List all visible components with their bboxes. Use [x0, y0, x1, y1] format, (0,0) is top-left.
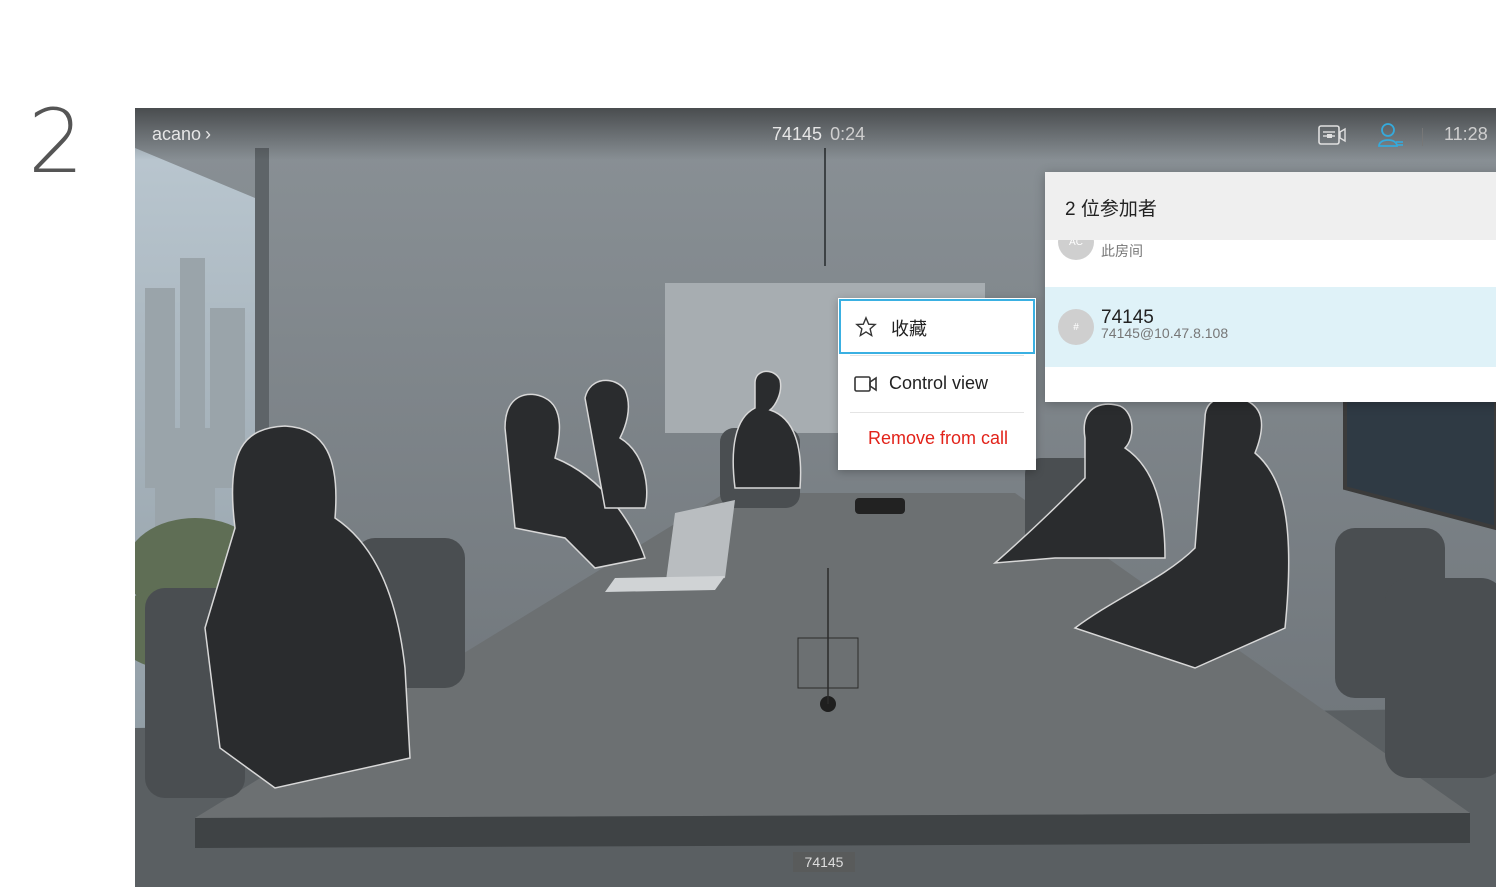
- remove-from-call-label: Remove from call: [868, 428, 1009, 448]
- participant-row-74145[interactable]: # 74145 74145@10.47.8.108: [1045, 287, 1496, 367]
- star-icon: [855, 316, 877, 337]
- call-name: 74145: [772, 124, 823, 144]
- participant-context-menu: 收藏 Control view Remove from call: [838, 298, 1036, 470]
- participant-subtitle: 此房间: [1101, 243, 1143, 259]
- call-info: 74145 0:24: [772, 124, 865, 145]
- room-name-label: acano: [152, 124, 202, 144]
- participants-count-title: 2 位参加者: [1065, 199, 1157, 220]
- participant-avatar: #: [1058, 309, 1094, 345]
- layout-icon[interactable]: [1318, 124, 1346, 151]
- favorite-label: 收藏: [891, 319, 927, 339]
- call-duration: 0:24: [830, 124, 866, 144]
- remove-from-call-menu-item[interactable]: Remove from call: [838, 413, 1036, 469]
- control-view-menu-item[interactable]: Control view: [838, 356, 1036, 412]
- topbar-divider: [1422, 128, 1423, 146]
- control-view-label: Control view: [889, 373, 989, 393]
- favorite-menu-item[interactable]: 收藏: [839, 299, 1035, 354]
- video-camera-icon: [854, 376, 877, 392]
- room-name-breadcrumb[interactable]: acano ›: [152, 124, 211, 145]
- clock: 11:28: [1444, 124, 1488, 144]
- chevron-right-icon: ›: [205, 124, 212, 144]
- video-call-screen: acano › 74145 0:24 11:28 2 位参加者 AC 此房间 #…: [135, 108, 1496, 887]
- step-number: 2: [28, 90, 84, 193]
- participants-panel-header: 2 位参加者: [1045, 172, 1496, 240]
- video-name-label: 74145: [793, 852, 855, 872]
- participant-subtitle: 74145@10.47.8.108: [1101, 325, 1229, 341]
- participants-panel: 2 位参加者 AC acano 此房间 # 74145 74145@10.47.…: [1045, 172, 1496, 402]
- participants-icon[interactable]: [1378, 122, 1404, 153]
